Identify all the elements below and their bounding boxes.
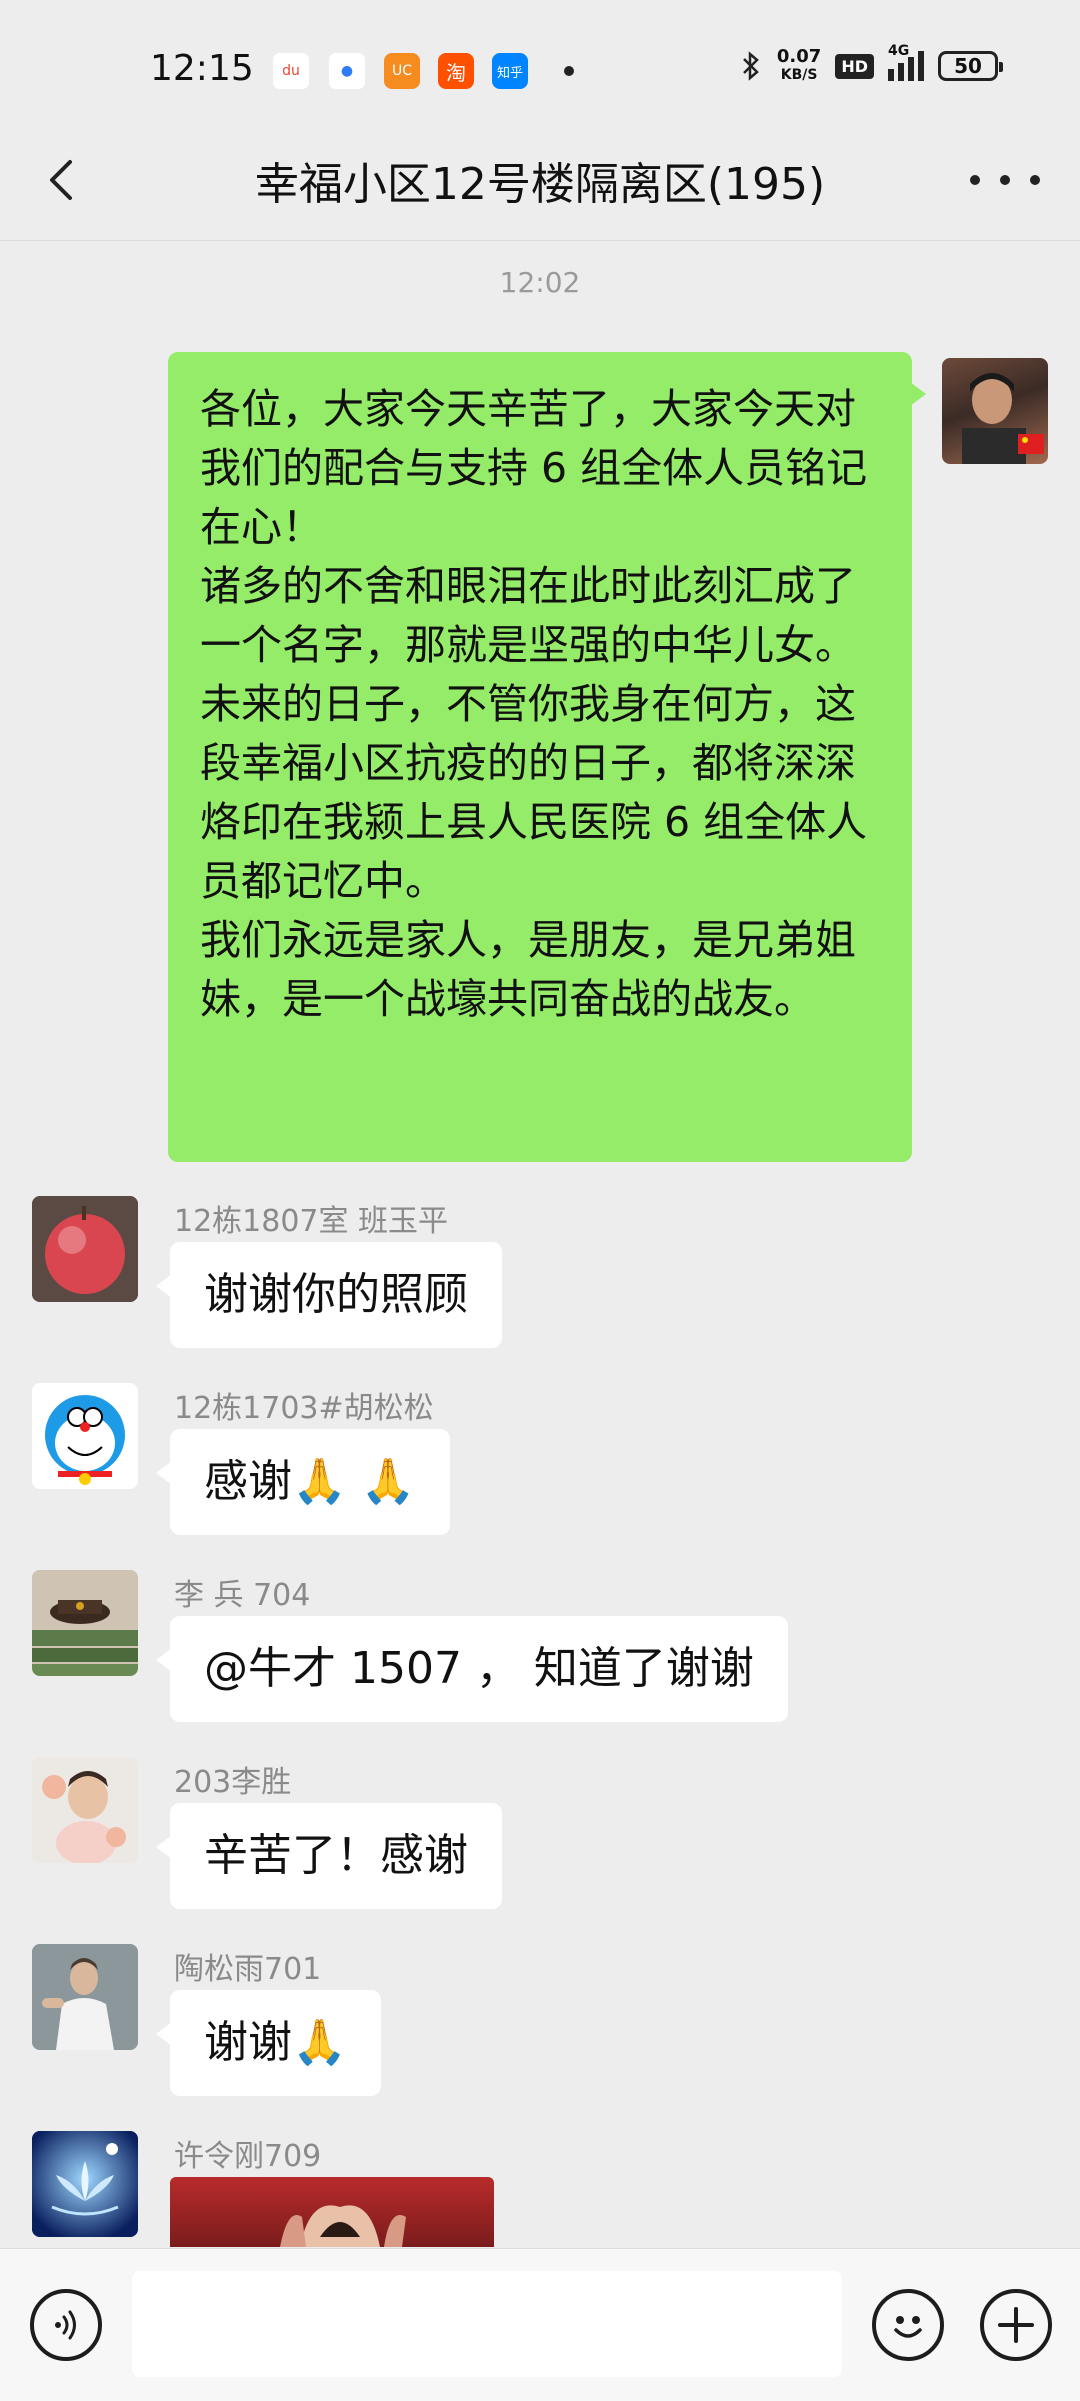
- chat-header: 幸福小区12号楼隔离区(195): [0, 120, 1080, 241]
- taobao-icon: 淘: [438, 53, 474, 89]
- message-input[interactable]: [132, 2271, 842, 2377]
- incoming-message-bubble[interactable]: 谢谢🙏: [156, 1990, 381, 2096]
- incoming-message-bubble[interactable]: 感谢🙏 🙏: [156, 1429, 450, 1535]
- input-bar: [0, 2248, 1080, 2401]
- baidu-maps-icon: du: [272, 52, 310, 90]
- hd-badge: HD: [835, 53, 874, 79]
- sender-name: 12栋1703#胡松松: [174, 1391, 434, 1426]
- more-options-icon[interactable]: [970, 150, 1040, 210]
- incoming-message-bubble[interactable]: 谢谢你的照顾: [156, 1242, 502, 1348]
- chat-title: 幸福小区12号楼隔离区(195): [254, 159, 826, 210]
- incoming-message-bubble[interactable]: 辛苦了！感谢: [156, 1803, 502, 1909]
- sender-name: 203李胜: [174, 1765, 292, 1800]
- net-speed: 0.07 KB/S: [777, 48, 821, 84]
- voice-input-icon[interactable]: [30, 2289, 102, 2361]
- sender-name: 李 兵 704: [174, 1578, 311, 1613]
- sender-name: 12栋1807室 班玉平: [174, 1204, 449, 1239]
- network-type: 4G: [888, 43, 910, 59]
- signal-icon: 4G: [888, 43, 924, 81]
- net-speed-value: 0.07: [776, 46, 822, 67]
- battery-icon: 50: [938, 51, 1003, 81]
- zhihu-icon: 知乎: [492, 53, 528, 89]
- bluetooth-icon: [743, 51, 759, 81]
- lotus-avatar[interactable]: [32, 2131, 138, 2237]
- more-notifications-dot-icon: [564, 66, 574, 76]
- browser-icon: ●: [328, 52, 366, 90]
- status-time: 12:15: [150, 48, 254, 89]
- outgoing-message-bubble[interactable]: 各位，大家今天辛苦了，大家今天对我们的配合与支持 6 组全体人员铭记在心！ 诸多…: [168, 352, 926, 1162]
- message-paragraph: 未来的日子，不管你我身在何方，这段幸福小区抗疫的的日子，都将深深烙印在我颍上县人…: [200, 680, 868, 905]
- battery-level: 50: [954, 54, 982, 78]
- man-avatar[interactable]: [32, 1944, 138, 2050]
- uc-browser-icon: UC: [384, 53, 420, 89]
- message-paragraph: 我们永远是家人，是朋友，是兄弟姐妹，是一个战壕共同奋战的战友。: [200, 916, 856, 1023]
- status-bar: 12:15 du ● UC 淘 知乎 0.07 KB/S HD 4G 50: [0, 0, 1080, 140]
- message-paragraph: 诸多的不舍和眼泪在此时此刻汇成了一个名字，那就是坚强的中华儿女。: [200, 562, 856, 669]
- doraemon-avatar[interactable]: [32, 1383, 138, 1489]
- incoming-message-bubble[interactable]: @牛才 1507 ， 知道了谢谢: [156, 1616, 788, 1722]
- my-avatar[interactable]: [942, 358, 1048, 464]
- emoji-icon[interactable]: [872, 2289, 944, 2361]
- message-paragraph: 各位，大家今天辛苦了，大家今天对我们的配合与支持 6 组全体人员铭记在心！: [200, 385, 868, 551]
- net-speed-unit: KB/S: [780, 67, 818, 83]
- books-avatar[interactable]: [32, 1570, 138, 1676]
- child-avatar[interactable]: [32, 1757, 138, 1863]
- notification-icons: du ● UC 淘 知乎: [272, 52, 574, 90]
- image-message[interactable]: [170, 2177, 494, 2247]
- sender-name: 许令刚709: [174, 2139, 322, 2174]
- message-timestamp: 12:02: [499, 266, 581, 299]
- sender-name: 陶松雨701: [174, 1952, 322, 1987]
- apple-avatar[interactable]: [32, 1196, 138, 1302]
- status-right: 0.07 KB/S HD 4G 50: [739, 43, 1003, 84]
- add-more-icon[interactable]: [980, 2289, 1052, 2361]
